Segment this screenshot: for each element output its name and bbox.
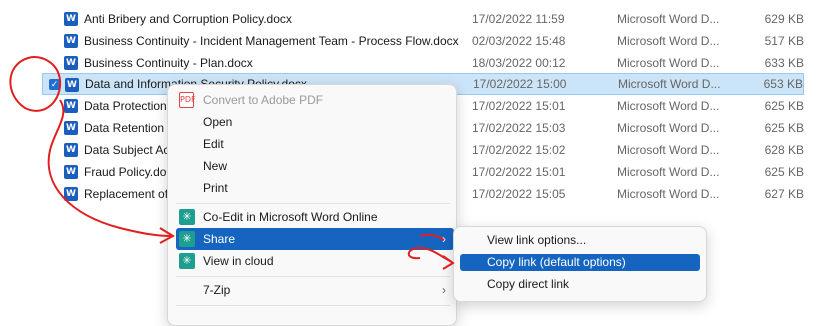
submenu-item-label: Copy link (default options) xyxy=(487,255,626,269)
file-type: Microsoft Word D... xyxy=(617,99,720,113)
file-date: 17/02/2022 15:01 xyxy=(472,99,566,113)
file-type: Microsoft Word D... xyxy=(617,12,720,26)
share-submenu: View link options... Copy link (default … xyxy=(453,226,707,302)
file-size: 625 KB xyxy=(764,121,804,135)
menu-item-label: New xyxy=(203,159,228,173)
file-row[interactable]: W Business Continuity - Incident Managem… xyxy=(42,30,804,52)
file-type: Microsoft Word D... xyxy=(617,121,720,135)
file-type: Microsoft Word D... xyxy=(617,143,720,157)
submenu-item-view-link-options[interactable]: View link options... xyxy=(460,232,700,249)
menu-divider xyxy=(176,305,450,306)
context-menu: PDF Convert to Adobe PDF Open Edit New P… xyxy=(167,84,457,326)
file-name: Fraud Policy.doc xyxy=(84,165,173,179)
menu-item-view-cloud[interactable]: ✳ View in cloud xyxy=(176,250,454,272)
menu-item-label: Edit xyxy=(203,137,224,151)
menu-item-label: Open xyxy=(203,115,233,129)
menu-item-coedit[interactable]: ✳ Co-Edit in Microsoft Word Online xyxy=(176,206,454,228)
menu-item-label: Print xyxy=(203,181,228,195)
cloud-sync-icon: ✳ xyxy=(179,209,195,225)
word-doc-icon: W xyxy=(64,143,78,157)
submenu-item-label: Copy direct link xyxy=(487,277,570,291)
word-doc-icon: W xyxy=(64,165,78,179)
file-name: Replacement of xyxy=(84,187,169,201)
file-size: 628 KB xyxy=(764,143,804,157)
menu-item-label: View in cloud xyxy=(203,254,274,268)
cloud-sync-icon: ✳ xyxy=(179,231,195,247)
file-size: 633 KB xyxy=(764,56,804,70)
checkbox-checked-icon[interactable]: ✓ xyxy=(49,79,60,90)
menu-divider xyxy=(176,203,450,204)
word-doc-icon: W xyxy=(64,34,78,48)
word-doc-icon: W xyxy=(64,187,78,201)
file-date: 02/03/2022 15:48 xyxy=(472,34,566,48)
file-type: Microsoft Word D... xyxy=(618,77,721,91)
file-date: 17/02/2022 15:03 xyxy=(472,121,566,135)
menu-item-label: Share xyxy=(203,232,236,246)
file-name: Business Continuity - Plan.docx xyxy=(84,56,253,70)
file-type: Microsoft Word D... xyxy=(617,56,720,70)
file-type: Microsoft Word D... xyxy=(617,165,720,179)
word-doc-icon: W xyxy=(64,12,78,26)
menu-item-edit[interactable]: Edit xyxy=(176,133,454,155)
menu-divider xyxy=(176,276,450,277)
menu-item-label: Co-Edit in Microsoft Word Online xyxy=(203,210,378,224)
file-row[interactable]: W Anti Bribery and Corruption Policy.doc… xyxy=(42,8,804,30)
file-size: 625 KB xyxy=(764,99,804,113)
menu-item-label: Convert to Adobe PDF xyxy=(203,93,324,107)
menu-item-convert-pdf[interactable]: PDF Convert to Adobe PDF xyxy=(176,89,454,111)
file-type: Microsoft Word D... xyxy=(617,187,720,201)
file-date: 17/02/2022 15:00 xyxy=(473,77,567,91)
file-date: 17/02/2022 15:02 xyxy=(472,143,566,157)
menu-item-open[interactable]: Open xyxy=(176,111,454,133)
file-type: Microsoft Word D... xyxy=(617,34,720,48)
menu-item-7zip[interactable]: 7-Zip › xyxy=(176,279,454,301)
word-doc-icon: W xyxy=(65,78,79,92)
file-date: 17/02/2022 15:05 xyxy=(472,187,566,201)
submenu-item-label: View link options... xyxy=(487,233,587,247)
chevron-right-icon: › xyxy=(442,283,446,297)
file-size: 517 KB xyxy=(764,34,804,48)
file-size: 625 KB xyxy=(764,165,804,179)
chevron-right-icon: › xyxy=(442,232,446,246)
submenu-item-copy-direct-link[interactable]: Copy direct link xyxy=(460,276,700,293)
file-size: 653 KB xyxy=(763,77,803,91)
file-name: Data Protection xyxy=(84,99,167,113)
file-name: Data Subject Ac xyxy=(84,143,170,157)
word-doc-icon: W xyxy=(64,56,78,70)
word-doc-icon: W xyxy=(64,99,78,113)
file-size: 627 KB xyxy=(764,187,804,201)
word-doc-icon: W xyxy=(64,121,78,135)
file-size: 629 KB xyxy=(764,12,804,26)
file-date: 17/02/2022 11:59 xyxy=(472,12,565,26)
submenu-item-copy-link[interactable]: Copy link (default options) xyxy=(460,254,700,271)
file-name: Data Retention I xyxy=(84,121,171,135)
menu-item-share[interactable]: ✳ Share › xyxy=(176,228,454,250)
file-date: 18/03/2022 00:12 xyxy=(472,56,566,70)
pdf-icon: PDF xyxy=(179,92,196,108)
menu-item-label: 7-Zip xyxy=(203,283,231,297)
menu-item-new[interactable]: New xyxy=(176,155,454,177)
file-name: Anti Bribery and Corruption Policy.docx xyxy=(84,12,292,26)
cloud-sync-icon: ✳ xyxy=(179,253,195,269)
file-name: Business Continuity - Incident Managemen… xyxy=(84,34,459,48)
file-date: 17/02/2022 15:01 xyxy=(472,165,566,179)
menu-item-print[interactable]: Print xyxy=(176,177,454,199)
file-row[interactable]: W Business Continuity - Plan.docx 18/03/… xyxy=(42,52,804,74)
